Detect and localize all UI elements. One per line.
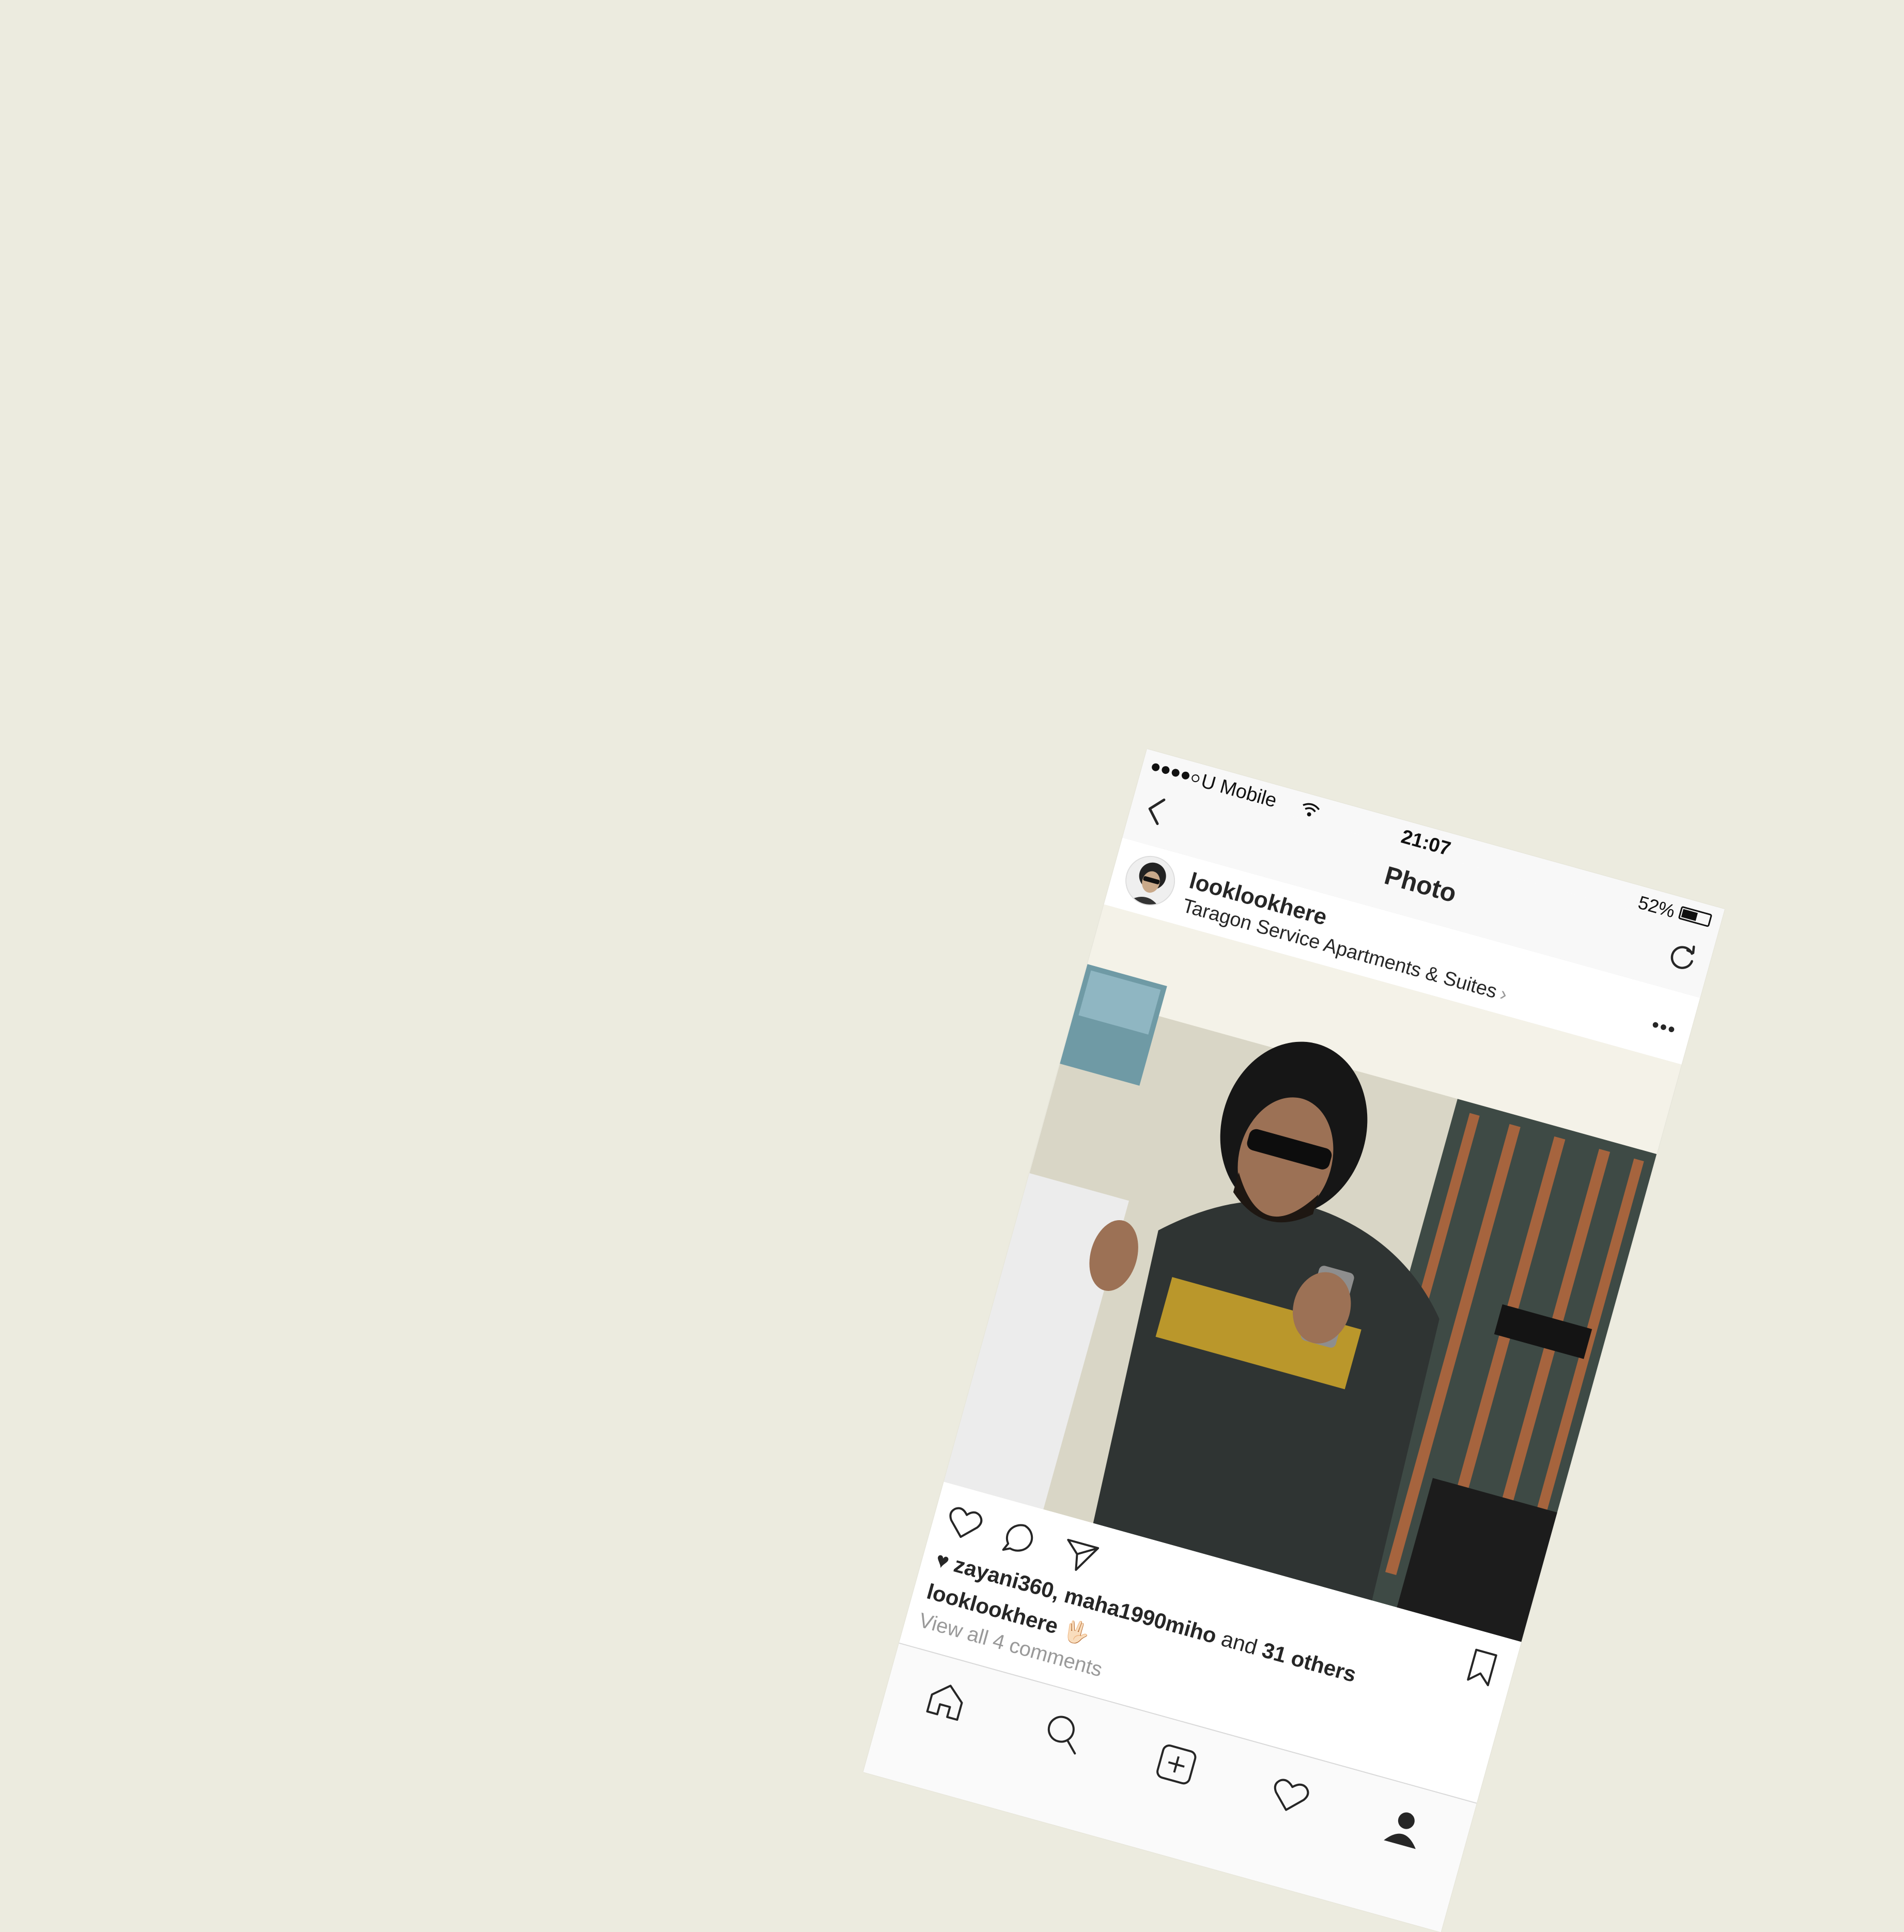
more-icon[interactable]: ••• xyxy=(1649,1013,1679,1042)
tab-bar xyxy=(863,1642,1477,1932)
bookmark-icon[interactable] xyxy=(1461,1646,1504,1689)
caption-emoji: 🖖🏻 xyxy=(1060,1616,1093,1647)
home-icon[interactable] xyxy=(922,1676,971,1725)
share-icon[interactable] xyxy=(1058,1534,1102,1578)
comment-icon[interactable] xyxy=(999,1518,1043,1562)
instagram-screen: U Mobile 21:07 52% Photo looklookhere Ta… xyxy=(863,749,1725,1932)
avatar[interactable] xyxy=(1120,850,1181,911)
search-icon[interactable] xyxy=(1039,1709,1088,1757)
activity-icon[interactable] xyxy=(1266,1772,1314,1820)
chevron-right-icon: › xyxy=(1497,983,1510,1006)
profile-icon[interactable] xyxy=(1380,1803,1429,1852)
small-heart-icon: ♥ xyxy=(933,1547,952,1574)
like-icon[interactable] xyxy=(942,1502,986,1546)
add-icon[interactable] xyxy=(1152,1740,1201,1789)
wifi-icon xyxy=(1303,803,1320,817)
